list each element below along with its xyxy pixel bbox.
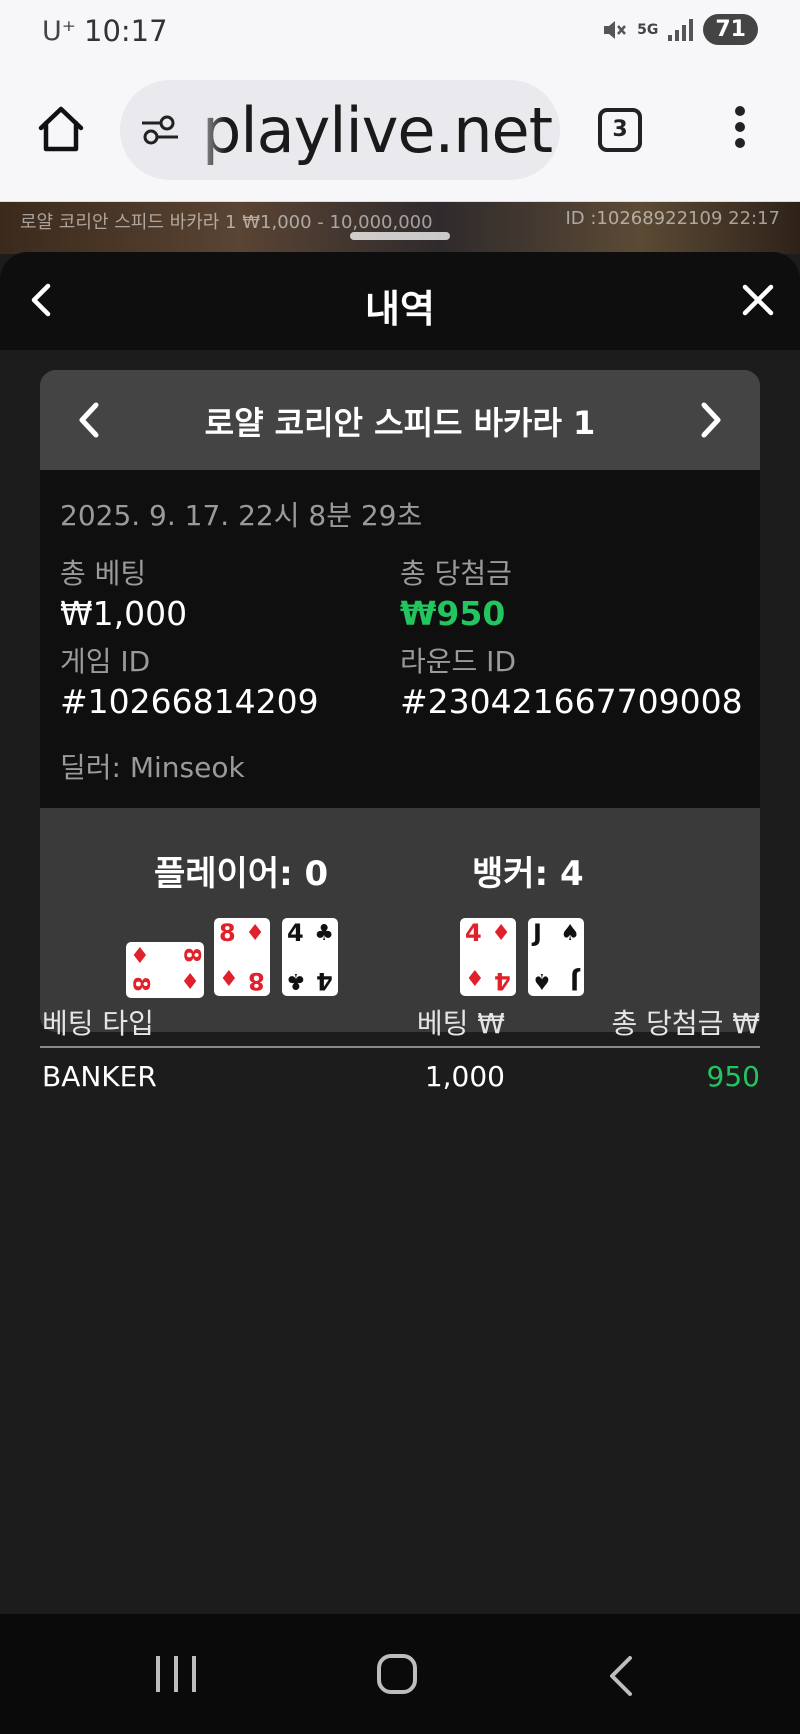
card-rank: 8 xyxy=(248,967,265,995)
signal-icon xyxy=(668,18,694,41)
banker-card-2: J ♠ ♠ J xyxy=(528,918,584,996)
bet-type-cell: BANKER xyxy=(42,1060,157,1093)
game-id-label: 게임 ID xyxy=(60,645,151,678)
player-card-2: 8 ♦ ♦ 8 xyxy=(214,918,270,996)
system-nav-bar xyxy=(0,1614,800,1734)
recent-apps-icon[interactable] xyxy=(156,1656,196,1692)
card-suit: ♦ xyxy=(245,921,265,946)
player-score: 플레이어: 0 xyxy=(154,854,329,894)
game-title: 로얄 코리안 스피드 바카라 1 xyxy=(204,404,596,442)
card-suit: ♦ xyxy=(465,967,485,992)
back-nav-icon[interactable] xyxy=(604,1654,636,1698)
game-strip-title: 로얄 코리안 스피드 바카라 1 ₩1,000 - 10,000,000 xyxy=(20,212,433,233)
more-menu-icon[interactable] xyxy=(730,106,750,156)
card-rank: 4 xyxy=(494,967,511,995)
banker-card-1: 4 ♦ ♦ 4 xyxy=(460,918,516,996)
col-bet-type: 베팅 타입 xyxy=(42,1007,154,1040)
bet-amount-cell: 1,000 xyxy=(424,1060,505,1093)
col-win-amount: 총 당첨금 ₩ xyxy=(611,1007,760,1040)
card-rank: 4 xyxy=(316,967,333,995)
browser-toolbar: playlive.net 3 xyxy=(0,62,800,202)
col-bet-amount: 베팅 ₩ xyxy=(416,1007,505,1040)
clock: 10:17 xyxy=(84,14,168,48)
round-id-label: 라운드 ID xyxy=(400,645,516,678)
card-suit: ♠ xyxy=(560,921,580,946)
close-icon[interactable] xyxy=(740,282,776,318)
sheet-header: 내역 xyxy=(0,252,800,350)
total-win-value: ₩950 xyxy=(400,594,506,633)
banker-score: 뱅커: 4 xyxy=(472,854,584,894)
history-sheet: 내역 로얄 코리안 스피드 바카라 1 2025. 9. 17. 22시 8분 … xyxy=(0,252,800,1614)
battery-indicator: 71 xyxy=(703,14,758,45)
total-bet-label: 총 베팅 xyxy=(60,557,147,590)
chevron-right-icon[interactable] xyxy=(696,400,726,440)
card-rank: 8 xyxy=(219,919,236,947)
sheet-title: 내역 xyxy=(365,287,435,331)
tab-switcher-button[interactable]: 3 xyxy=(598,108,642,152)
round-id-value: #230421667709008 xyxy=(400,682,743,721)
round-info: 2025. 9. 17. 22시 8분 29초 총 베팅 ₩1,000 총 당첨… xyxy=(40,470,760,808)
bets-table-header: 베팅 타입 베팅 ₩ 총 당첨금 ₩ xyxy=(40,994,760,1048)
card-rank: J xyxy=(570,967,579,995)
url-text[interactable]: playlive.net xyxy=(202,94,553,167)
round-detail-card: 로얄 코리안 스피드 바카라 1 2025. 9. 17. 22시 8분 29초… xyxy=(40,370,760,1032)
total-bet-value: ₩1,000 xyxy=(60,594,188,633)
card-suit: ♣ xyxy=(286,968,306,993)
round-nav: 로얄 코리안 스피드 바카라 1 xyxy=(40,370,760,470)
network-5g-icon: 5G xyxy=(637,21,659,38)
home-icon[interactable] xyxy=(36,104,86,154)
url-fade xyxy=(186,80,226,180)
card-rank: 4 xyxy=(465,919,482,947)
status-bar: U⁺ 10:17 5G 71 xyxy=(0,0,800,62)
card-suit: ♦ xyxy=(491,921,511,946)
status-icons: 5G 71 xyxy=(601,14,758,45)
card-suit: ♦ xyxy=(130,944,150,969)
mute-icon xyxy=(604,20,627,39)
card-suit: ♦ xyxy=(219,967,239,992)
site-settings-icon[interactable] xyxy=(140,112,180,148)
player-card-1: ♦ 8 8 ♦ xyxy=(126,942,204,998)
game-id-value: #10266814209 xyxy=(60,682,319,721)
card-rank: 4 xyxy=(287,919,304,947)
total-win-label: 총 당첨금 xyxy=(400,557,512,590)
player-card-3: 4 ♣ ♣ 4 xyxy=(282,918,338,996)
card-suit: ♣ xyxy=(314,921,334,946)
table-row: BANKER 1,000 950 xyxy=(40,1052,760,1106)
card-rank: 8 xyxy=(178,947,204,963)
card-suit: ♠ xyxy=(532,968,552,993)
card-rank: 8 xyxy=(127,976,153,992)
sheet-drag-handle[interactable] xyxy=(350,232,450,240)
round-datetime: 2025. 9. 17. 22시 8분 29초 xyxy=(60,499,423,532)
card-suit: ♦ xyxy=(180,970,200,995)
game-strip-id: ID :10268922109 22:17 xyxy=(565,208,780,229)
carrier-label: U⁺ xyxy=(42,16,77,47)
address-bar[interactable]: playlive.net xyxy=(120,80,560,180)
dealer-label: 딜러: Minseok xyxy=(60,751,245,784)
card-rank: J xyxy=(533,919,542,947)
win-amount-cell: 950 xyxy=(706,1060,760,1093)
home-nav-icon[interactable] xyxy=(377,1654,417,1694)
game-header-strip: 로얄 코리안 스피드 바카라 1 ₩1,000 - 10,000,000 ID … xyxy=(0,202,800,254)
